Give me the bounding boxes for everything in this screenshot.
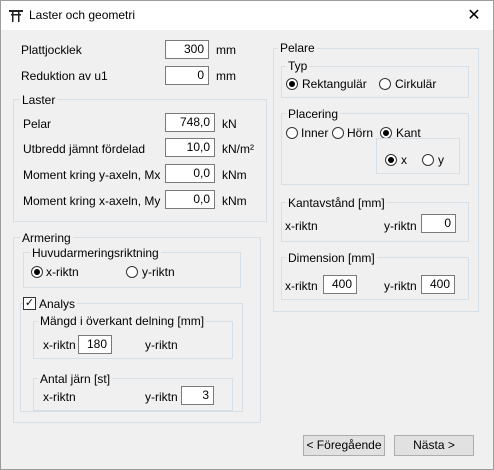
kant-x-radio[interactable] (385, 154, 397, 166)
huvud-x-radio[interactable] (31, 266, 43, 278)
mangd-x-input[interactable]: 180 (78, 335, 112, 354)
antal-y-input[interactable]: 3 (181, 386, 214, 405)
moment-my-unit: kNm (222, 194, 247, 208)
moment-my-input[interactable]: 0,0 (165, 190, 215, 209)
kant-x-label: x (401, 153, 407, 167)
pelare-title: Pelare (278, 41, 317, 55)
close-icon[interactable]: ✕ (456, 1, 492, 30)
window-title: Laster och geometri (29, 8, 136, 22)
next-button[interactable]: Nästa > (394, 435, 474, 456)
dimension-x-label: x-riktn (285, 279, 318, 293)
moment-mx-input[interactable]: 0,0 (165, 164, 215, 183)
kantavstand-x-label: x-riktn (285, 219, 318, 233)
utbredd-input[interactable]: 10,0 (165, 138, 215, 157)
typ-cirkular-label: Cirkulär (395, 77, 437, 91)
dialog-window: Laster och geometri ✕ Plattjocklek 300 m… (0, 0, 494, 470)
placering-title: Placering (286, 107, 341, 121)
kantavstand-y-input[interactable]: 0 (421, 214, 456, 233)
plattjocklek-input[interactable]: 300 (165, 40, 209, 59)
placering-horn-radio[interactable] (332, 127, 344, 139)
utbredd-label: Utbredd jämnt fördelad (23, 142, 146, 156)
placering-inner-radio[interactable] (286, 127, 298, 139)
dimension-x-input[interactable]: 400 (323, 275, 357, 294)
pelar-input[interactable]: 748,0 (165, 113, 215, 132)
analys-label: Analys (37, 297, 78, 311)
huvud-x-label: x-riktn (46, 265, 79, 279)
dimension-y-input[interactable]: 400 (421, 275, 455, 294)
dimension-y-label: y-riktn (384, 279, 417, 293)
reduktion-unit: mm (216, 69, 236, 83)
reduktion-label: Reduktion av u1 (21, 69, 108, 83)
pelar-unit: kN (222, 117, 237, 131)
pelar-label: Pelar (23, 117, 52, 131)
previous-button[interactable]: < Föregående (303, 435, 385, 456)
mangd-x-label: x-riktn (43, 338, 76, 352)
mangd-y-label: y-riktn (145, 338, 178, 352)
moment-mx-label: Moment kring y-axeln, Mx (23, 168, 161, 182)
plattjocklek-unit: mm (216, 43, 236, 57)
armering-title: Armering (20, 231, 73, 245)
dimension-title: Dimension [mm] (286, 251, 377, 265)
kant-y-label: y (438, 153, 444, 167)
placering-horn-label: Hörn (347, 126, 374, 140)
typ-rektangular-label: Rektangulär (302, 77, 367, 91)
placering-inner-label: Inner (301, 126, 329, 140)
antal-x-label: x-riktn (43, 390, 76, 404)
huvud-y-label: y-riktn (142, 265, 175, 279)
analys-checkbox[interactable]: ✓ (23, 297, 36, 310)
moment-my-label: Moment kring x-axeln, My (23, 194, 161, 208)
title-bar: Laster och geometri ✕ (1, 1, 493, 30)
antal-title: Antal järn [st] (38, 372, 113, 386)
app-icon (9, 10, 23, 22)
reduktion-input[interactable]: 0 (165, 66, 209, 85)
huvud-y-radio[interactable] (126, 266, 138, 278)
utbredd-unit: kN/m² (222, 142, 254, 156)
mangd-title: Mängd i överkant delning [mm] (38, 314, 207, 328)
kantavstand-title: Kantavstånd [mm] (286, 196, 387, 210)
kantavstand-y-label: y-riktn (384, 219, 417, 233)
kant-y-radio[interactable] (422, 154, 434, 166)
laster-title: Laster (20, 93, 58, 107)
typ-cirkular-radio[interactable] (379, 78, 391, 90)
moment-mx-unit: kNm (222, 168, 247, 182)
typ-rektangular-radio[interactable] (286, 78, 298, 90)
huvudarmering-title: Huvudarmeringsriktning (30, 246, 161, 260)
plattjocklek-label: Plattjocklek (21, 43, 82, 57)
antal-y-label: y-riktn (145, 390, 178, 404)
typ-title: Typ (286, 59, 310, 73)
